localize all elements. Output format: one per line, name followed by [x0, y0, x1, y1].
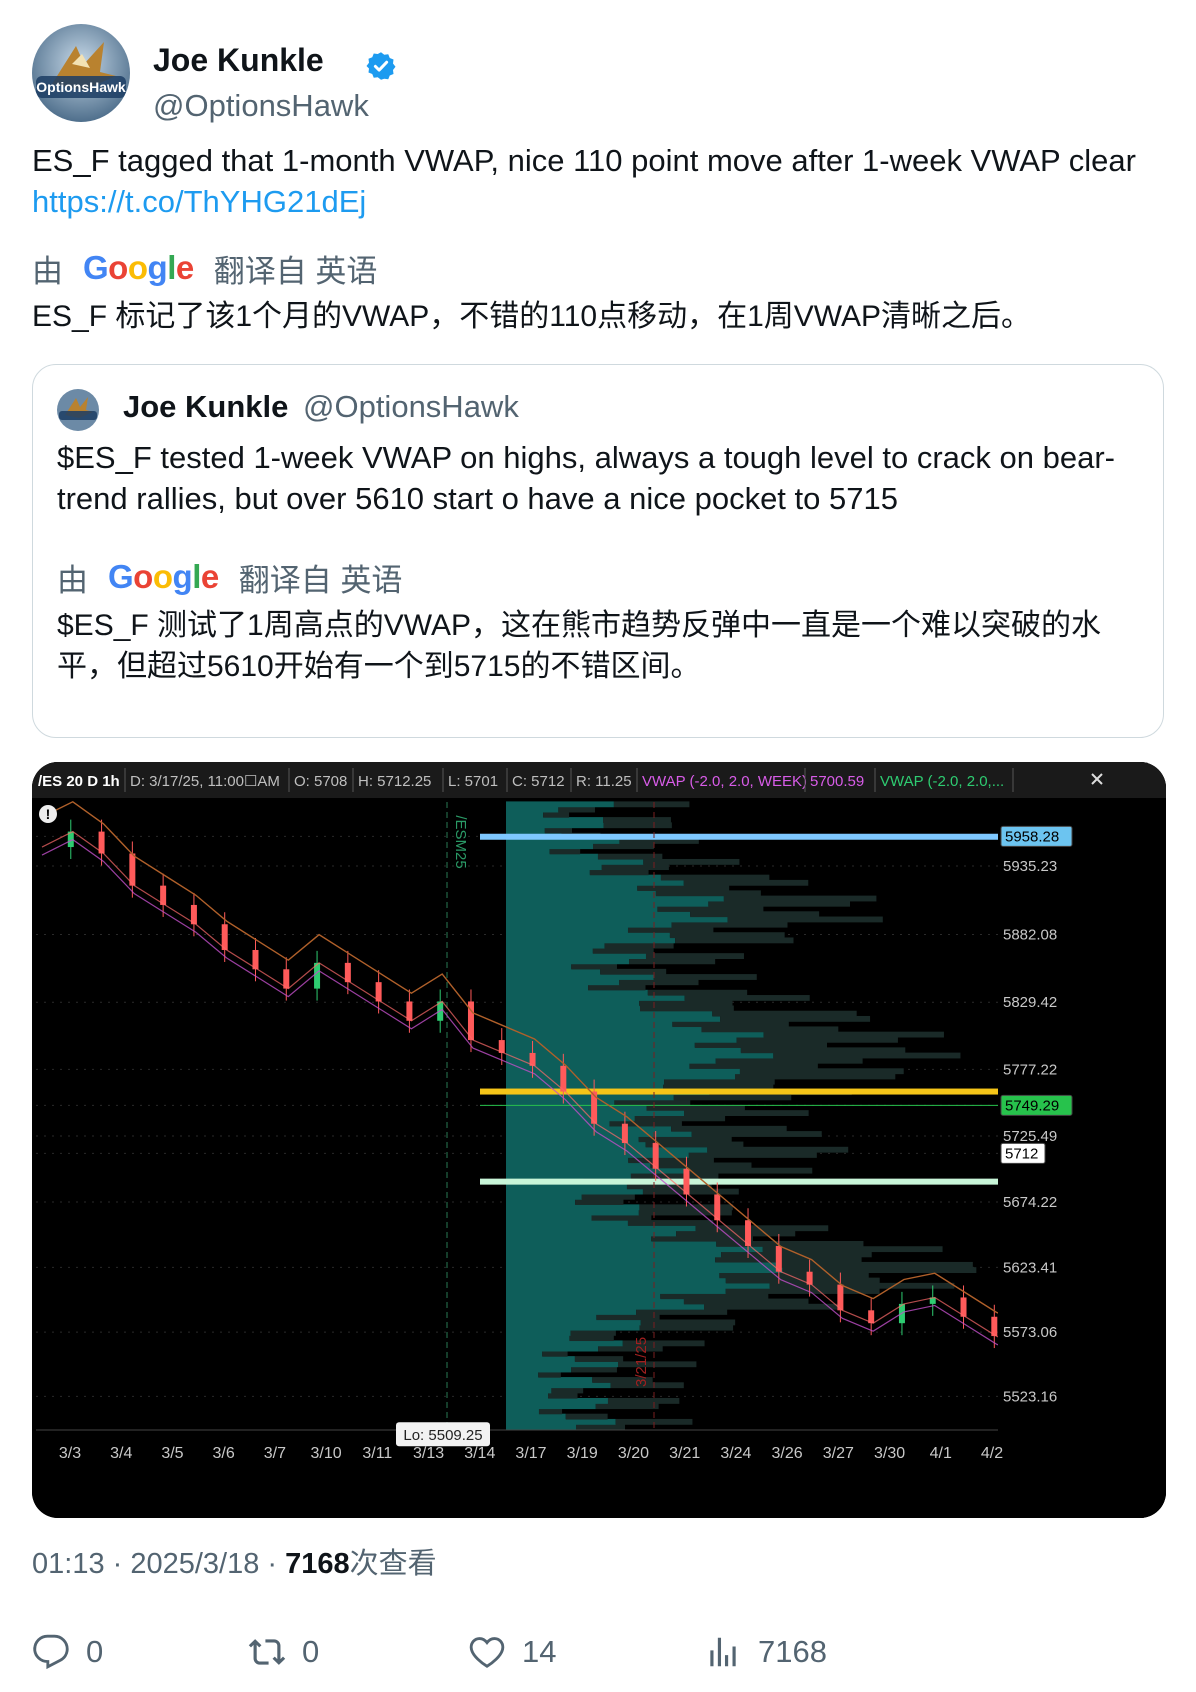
vwap-other-label: VWAP (-2.0, 2.0,... — [880, 773, 1004, 790]
reply-icon — [33, 1634, 69, 1670]
tweet-header: OptionsHawk Joe Kunkle @OptionsHawk — [32, 24, 1162, 124]
x-tick-label: 4/2 — [981, 1445, 1003, 1462]
chart-close: C: 5712 — [512, 773, 565, 790]
author-handle[interactable]: @OptionsHawk — [153, 88, 369, 124]
alert-icon: ! — [39, 805, 57, 823]
quoted-tweet-text: $ES_F tested 1-week VWAP on highs, alway… — [57, 440, 1115, 516]
tweet-text: ES_F tagged that 1-month VWAP, nice 110 … — [32, 143, 1136, 178]
views-count: 7168 — [758, 1634, 827, 1669]
chart-symbol: /ES 20 D 1h — [38, 773, 120, 790]
chart-open: O: 5708 — [294, 773, 347, 790]
reply-count: 0 — [86, 1634, 104, 1669]
verified-badge-icon — [366, 52, 396, 80]
x-tick-label: 3/4 — [110, 1445, 132, 1462]
x-tick-label: 3/30 — [874, 1445, 905, 1462]
chart-low: L: 5701 — [448, 773, 498, 790]
y-tick-label: 5712 — [1005, 1145, 1038, 1162]
translation-prefix: 由 — [32, 253, 63, 289]
x-tick-label: 3/10 — [311, 1445, 342, 1462]
x-tick-label: 3/6 — [213, 1445, 235, 1462]
translation-suffix: 翻译自 英语 — [213, 253, 378, 289]
vwap-week-label: VWAP (-2.0, 2.0, WEEK) — [642, 773, 807, 790]
expiry-label: 3/21/25 — [633, 1337, 650, 1387]
low-marker-label: Lo: 5509.25 — [403, 1427, 482, 1444]
google-logo: Google — [83, 249, 194, 286]
chart-range: R: 11.25 — [576, 773, 632, 790]
action-bar: 0 0 14 7168 — [32, 1632, 1162, 1672]
highlight-line-2 — [480, 1178, 998, 1185]
highlight-line-0 — [480, 833, 998, 840]
x-tick-label: 3/3 — [59, 1445, 81, 1462]
y-tick-label: 5523.16 — [1003, 1388, 1057, 1405]
x-tick-label: 3/5 — [161, 1445, 183, 1462]
y-tick-label: 5882.08 — [1003, 926, 1057, 943]
y-tick-label: 5749.29 — [1005, 1097, 1059, 1114]
heart-icon — [469, 1637, 505, 1668]
x-tick-label: 3/14 — [464, 1445, 495, 1462]
y-tick-label: 5958.28 — [1005, 828, 1059, 845]
x-tick-label: 3/20 — [618, 1445, 649, 1462]
tweet-meta: 01:13 · 2025/3/18 · 7168次查看 — [32, 1540, 437, 1582]
like-count: 14 — [522, 1634, 557, 1669]
y-tick-label: 5829.42 — [1003, 994, 1057, 1011]
translation-prefix: 由 — [57, 562, 88, 598]
view-label: 次查看 — [349, 1548, 437, 1580]
chart-high: H: 5712.25 — [358, 773, 431, 790]
x-tick-label: 3/11 — [362, 1445, 392, 1462]
quoted-author-name[interactable]: Joe Kunkle — [123, 389, 288, 425]
y-tick-label: 5935.23 — [1003, 858, 1057, 875]
view-count: 7168 — [285, 1548, 350, 1580]
tweet-timestamp[interactable]: 01:13 · 2025/3/18 · — [32, 1548, 285, 1580]
avatar-logo-text: OptionsHawk — [36, 79, 126, 95]
reply-button[interactable]: 0 — [32, 1632, 103, 1672]
x-tick-label: 3/21 — [669, 1445, 700, 1462]
y-tick-label: 5777.22 — [1003, 1061, 1057, 1078]
tweet-link[interactable]: https://t.co/ThYHG21dEj — [32, 184, 366, 219]
analytics-icon — [710, 1637, 736, 1667]
y-tick-label: 5573.06 — [1003, 1324, 1057, 1341]
y-axis: 5958.28 5935.23 5882.08 5829.42 5777.22 5749.… — [998, 798, 1166, 1518]
author-name[interactable]: Joe Kunkle — [153, 42, 324, 79]
chart-date: D: 3/17/25, 11:00☐AM — [130, 773, 280, 790]
svg-text:!: ! — [46, 806, 51, 822]
retweet-count: 0 — [302, 1634, 320, 1669]
quoted-translation-attribution[interactable]: 由 Google 翻译自 英语 — [57, 557, 403, 598]
y-tick-label: 5725.49 — [1003, 1128, 1057, 1145]
translation-suffix: 翻译自 英语 — [238, 562, 403, 598]
x-tick-label: 3/27 — [823, 1445, 854, 1462]
quoted-author-avatar[interactable] — [57, 389, 99, 431]
quoted-tweet[interactable]: Joe Kunkle @OptionsHawk $ES_F tested 1-w… — [32, 364, 1164, 738]
translated-text: ES_F 标记了该1个月的VWAP，不错的110点移动，在1周VWAP清晰之后。 — [32, 300, 1032, 333]
retweet-icon — [248, 1639, 286, 1665]
x-tick-label: 3/17 — [515, 1445, 546, 1462]
chart-image[interactable]: /ES 20 D 1h D: 3/17/25, 11:00☐AM O: 5708 H:… — [32, 762, 1166, 1518]
x-tick-label: 4/1 — [930, 1445, 952, 1462]
y-tick-label: 5674.22 — [1003, 1194, 1057, 1211]
google-logo: Google — [108, 558, 219, 595]
retweet-button[interactable]: 0 — [248, 1632, 319, 1672]
x-tick-label: 3/24 — [720, 1445, 751, 1462]
translation-attribution[interactable]: 由 Google 翻译自 英语 — [32, 248, 378, 289]
x-tick-label: 3/13 — [413, 1445, 444, 1462]
quoted-translated-text: $ES_F 测试了1周高点的VWAP，这在熊市趋势反弹中一直是一个难以突破的水平… — [57, 609, 1101, 683]
x-tick-label: 3/26 — [772, 1445, 803, 1462]
tweet-body: ES_F tagged that 1-month VWAP, nice 110 … — [32, 140, 1162, 222]
price-chart: /ES 20 D 1h D: 3/17/25, 11:00☐AM O: 5708 H:… — [32, 762, 1166, 1518]
chart-header: /ES 20 D 1h D: 3/17/25, 11:00☐AM O: 5708 H:… — [32, 762, 1166, 798]
contract-label: /ESM25 — [452, 815, 469, 868]
like-button[interactable]: 14 — [468, 1632, 556, 1672]
quoted-author-handle[interactable]: @OptionsHawk — [303, 389, 519, 425]
x-tick-label: 3/7 — [264, 1445, 286, 1462]
y-tick-label: 5623.41 — [1003, 1259, 1057, 1276]
author-avatar[interactable]: OptionsHawk — [32, 24, 130, 122]
views-button[interactable]: 7168 — [704, 1632, 827, 1672]
x-tick-label: 3/19 — [567, 1445, 598, 1462]
vwap-week-value: 5700.59 — [810, 773, 864, 790]
